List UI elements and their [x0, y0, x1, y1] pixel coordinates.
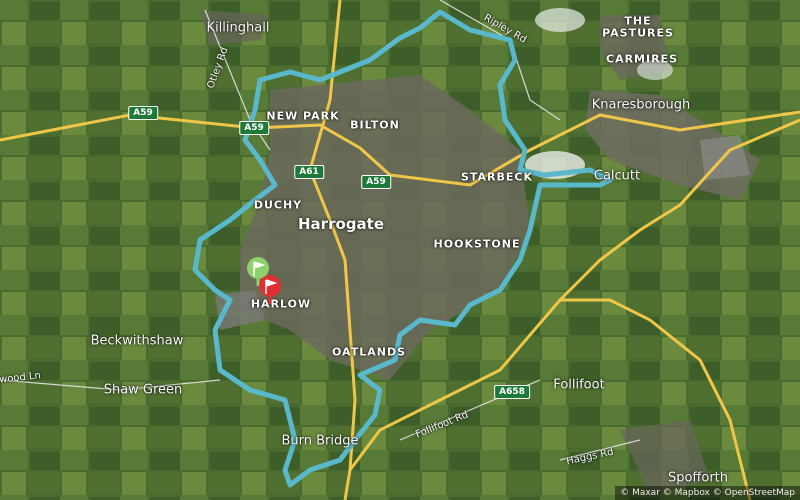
- town-label: Follifoot: [553, 377, 605, 393]
- district-label: OATLANDS: [332, 345, 406, 359]
- end-flag-icon[interactable]: [258, 274, 282, 304]
- town-label: Shaw Green: [103, 382, 183, 398]
- district-label: DUCHY: [253, 198, 303, 212]
- district-label: STARBECK: [460, 170, 534, 184]
- road-shield: A59: [128, 106, 158, 120]
- district-label: CARMIRES: [605, 52, 679, 66]
- district-label: HOOKSTONE: [433, 237, 521, 251]
- town-label: Knaresborough: [591, 97, 691, 113]
- road-shield: A61: [294, 165, 324, 179]
- town-label: Harrogate: [298, 215, 384, 233]
- road-shield: A658: [494, 385, 530, 399]
- district-label: NEW PARK: [266, 109, 340, 123]
- satellite-base: [0, 0, 800, 500]
- town-label: Killinghall: [206, 20, 270, 36]
- town-label: Beckwithshaw: [90, 333, 184, 349]
- road-shield: A59: [361, 175, 391, 189]
- road-shield: A59: [239, 121, 269, 135]
- attribution[interactable]: © Maxar © Mapbox © OpenStreetMap: [615, 486, 800, 500]
- town-label: Spofforth: [667, 470, 729, 486]
- district-label: BILTON: [350, 118, 400, 132]
- town-label: Burn Bridge: [281, 433, 359, 449]
- map-canvas[interactable]: A59 A59 A61 A59 A658 NEW PARK BILTON DUC…: [0, 0, 800, 500]
- town-label: Calcutt: [593, 168, 641, 184]
- district-label: PASTURES: [602, 26, 674, 40]
